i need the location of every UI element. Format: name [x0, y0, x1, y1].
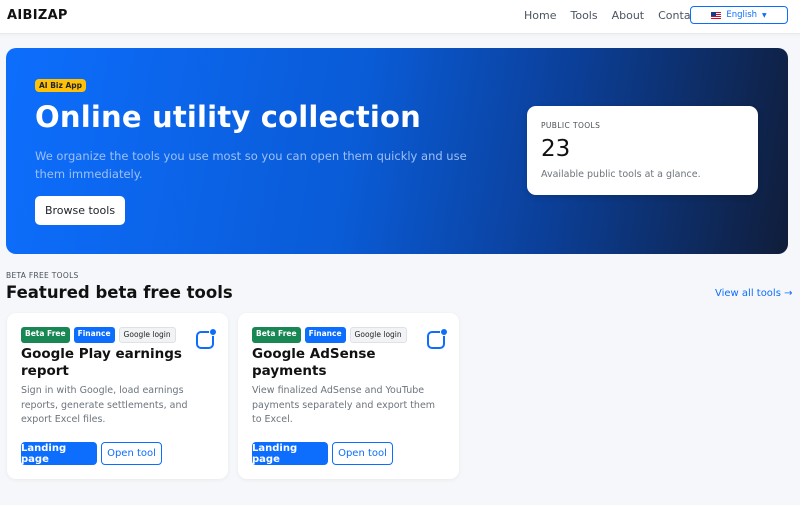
tag-beta-free: Beta Free: [252, 327, 301, 343]
stat-description: Available public tools at a glance.: [541, 169, 701, 180]
hero-title: Online utility collection: [35, 100, 422, 134]
card-title: Google Play earnings report: [21, 346, 182, 379]
card-description: Sign in with Google, load earnings repor…: [21, 385, 188, 425]
hero-subtitle: We organize the tools you use most so yo…: [35, 149, 467, 181]
tag-finance: Finance: [304, 327, 346, 343]
language-label: English: [726, 10, 758, 20]
nav-link-tools[interactable]: Tools: [570, 9, 597, 22]
notification-app-icon: [427, 328, 448, 349]
brand-logo[interactable]: AIBIZAP: [7, 8, 68, 23]
us-flag-icon: [711, 11, 722, 19]
section-eyebrow: BETA FREE TOOLS: [6, 271, 79, 280]
stat-label: PUBLIC TOOLS: [541, 121, 601, 130]
nav-link-home[interactable]: Home: [524, 9, 556, 22]
tag-finance: Finance: [73, 327, 115, 343]
tag-list: Beta Free Finance Google login: [252, 327, 411, 343]
tag-list: Beta Free Finance Google login: [21, 327, 180, 343]
tag-google-login: Google login: [118, 327, 176, 343]
nav-links: Home Tools About Contact: [524, 9, 715, 22]
nav-link-about[interactable]: About: [612, 9, 645, 22]
open-tool-button[interactable]: Open tool: [101, 442, 162, 465]
landing-page-button[interactable]: Landing page: [252, 442, 328, 465]
browse-tools-button[interactable]: Browse tools: [35, 196, 125, 225]
stat-value: 23: [541, 136, 571, 162]
public-tools-stat-card: PUBLIC TOOLS 23 Available public tools a…: [527, 106, 758, 195]
section-title: Featured beta free tools: [6, 283, 233, 302]
view-all-tools-link[interactable]: View all tools →: [715, 288, 792, 299]
tool-card-google-adsense: Beta Free Finance Google login Google Ad…: [238, 313, 459, 479]
card-title: Google AdSense payments: [252, 346, 376, 379]
hero-banner: AI Biz App Online utility collection We …: [6, 48, 788, 254]
tag-google-login: Google login: [349, 327, 407, 343]
notification-app-icon: [196, 328, 217, 349]
tool-card-google-play: Beta Free Finance Google login Google Pl…: [7, 313, 228, 479]
app-badge: AI Biz App: [35, 79, 87, 92]
landing-page-button[interactable]: Landing page: [21, 442, 97, 465]
chevron-down-icon: ▼: [762, 11, 767, 19]
navbar: AIBIZAP Home Tools About Contact English…: [0, 0, 800, 34]
open-tool-button[interactable]: Open tool: [332, 442, 393, 465]
tag-beta-free: Beta Free: [21, 327, 70, 343]
language-dropdown[interactable]: English ▼: [690, 6, 788, 24]
card-description: View finalized AdSense and YouTube payme…: [252, 385, 436, 425]
